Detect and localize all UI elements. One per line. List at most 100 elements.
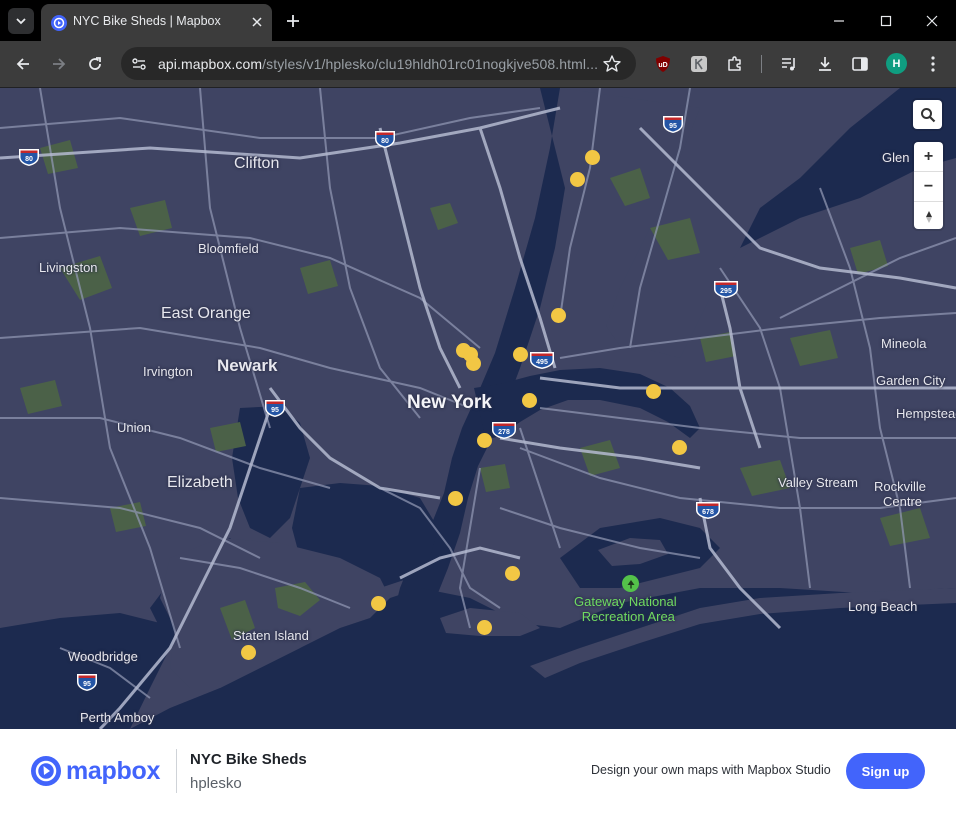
media-control-button[interactable] <box>778 53 800 75</box>
bike-shed-marker[interactable] <box>570 172 585 187</box>
close-icon <box>926 15 938 27</box>
back-button[interactable] <box>12 53 34 75</box>
bike-shed-marker[interactable] <box>522 393 537 408</box>
mapbox-wordmark[interactable]: mapbox <box>66 757 160 786</box>
download-icon <box>819 57 831 71</box>
map-canvas[interactable]: Clifton Bloomfield Livingston East Orang… <box>0 88 956 729</box>
minimize-button[interactable] <box>829 11 849 31</box>
new-tab-button[interactable] <box>283 11 303 31</box>
bike-shed-marker[interactable] <box>513 347 528 362</box>
highway-shield: 678 <box>696 502 720 519</box>
highway-shield: 80 <box>19 149 39 166</box>
place-label-staten-island: Staten Island <box>233 628 309 643</box>
tree-icon <box>627 579 634 588</box>
address-bar[interactable]: api.mapbox.com/styles/v1/hplesko/clu19hl… <box>121 47 636 80</box>
map-navigation-control: + − <box>914 142 943 229</box>
tab-search-button[interactable] <box>8 8 34 34</box>
place-label-valley-stream: Valley Stream <box>778 475 858 490</box>
shield-number: 95 <box>271 407 279 414</box>
shield-number: 495 <box>536 359 548 366</box>
extensions-menu-button[interactable] <box>724 53 746 75</box>
side-panel-icon <box>852 57 868 71</box>
bike-shed-marker[interactable] <box>646 384 661 399</box>
profile-avatar[interactable]: H <box>886 53 907 74</box>
gateway-label-line1: Gateway National <box>574 594 677 609</box>
bike-shed-marker[interactable] <box>505 566 520 581</box>
highway-shield: 295 <box>714 281 738 298</box>
shield-number: 95 <box>83 681 91 688</box>
place-label-hempstead: Hempstead <box>896 406 956 421</box>
place-label-mineola: Mineola <box>881 336 927 351</box>
place-label-gateway: Gateway National Recreation Area <box>574 594 677 624</box>
bookmark-star-icon[interactable] <box>602 54 622 74</box>
map-search-button[interactable] <box>913 100 942 129</box>
chevron-down-icon <box>16 18 26 25</box>
puzzle-icon <box>728 56 741 71</box>
bike-shed-marker[interactable] <box>371 596 386 611</box>
extension-app-icon <box>691 56 707 72</box>
sign-up-button[interactable]: Sign up <box>846 753 925 789</box>
url-text: api.mapbox.com/styles/v1/hplesko/clu19hl… <box>158 56 598 72</box>
highway-shield: 495 <box>530 352 554 369</box>
map-search-control[interactable] <box>913 100 942 129</box>
reload-icon <box>89 57 101 70</box>
bike-shed-marker[interactable] <box>466 356 481 371</box>
tab-strip: NYC Bike Sheds | Mapbox <box>0 0 956 41</box>
plus-icon <box>287 15 299 27</box>
place-label-clifton: Clifton <box>234 155 280 172</box>
tab-close-button[interactable] <box>249 14 265 30</box>
highway-shield: 95 <box>663 116 683 133</box>
reload-button[interactable] <box>84 53 106 75</box>
zoom-out-button[interactable]: − <box>914 172 943 201</box>
highway-shield: 95 <box>77 674 97 691</box>
rockville-label-line1: Rockville <box>874 479 927 494</box>
kebab-menu-icon <box>931 56 935 72</box>
maximize-icon <box>880 15 892 27</box>
svg-text:uD: uD <box>658 62 667 69</box>
mapbox-logo-icon[interactable] <box>30 755 62 787</box>
place-label-irvington: Irvington <box>143 364 193 379</box>
gateway-label-line2: Recreation Area <box>581 609 675 624</box>
map-owner: hplesko <box>190 775 242 792</box>
bike-shed-marker[interactable] <box>551 308 566 323</box>
rockville-label-line2: Centre <box>882 494 923 509</box>
highway-shield: 80 <box>375 131 395 148</box>
url-path: /styles/v1/hplesko/clu19hldh01rc01nogkjv… <box>262 56 599 72</box>
place-label-bloomfield: Bloomfield <box>198 241 259 256</box>
mapbox-favicon-icon <box>51 15 67 31</box>
compass-button[interactable] <box>914 202 943 231</box>
place-label-livingston: Livingston <box>39 260 98 275</box>
bike-shed-marker[interactable] <box>672 440 687 455</box>
place-label-woodbridge: Woodbridge <box>68 649 138 664</box>
ublock-extension-button[interactable]: uD <box>652 53 674 75</box>
minimize-icon <box>834 20 844 22</box>
place-label-perth-amboy: Perth Amboy <box>80 710 155 725</box>
site-info-icon[interactable] <box>130 55 148 73</box>
arrow-left-icon <box>16 58 29 70</box>
place-label-newark: Newark <box>217 356 278 375</box>
highway-shield: 278 <box>492 422 516 439</box>
bike-shed-marker[interactable] <box>448 491 463 506</box>
map-footer: mapbox NYC Bike Sheds hplesko Design you… <box>0 729 956 813</box>
bike-shed-marker[interactable] <box>241 645 256 660</box>
active-tab[interactable]: NYC Bike Sheds | Mapbox <box>41 4 272 41</box>
extension-button[interactable] <box>688 53 710 75</box>
bike-shed-marker[interactable] <box>477 620 492 635</box>
place-label-glen: Glen <box>882 150 910 165</box>
shield-number: 678 <box>702 509 714 516</box>
browser-toolbar: api.mapbox.com/styles/v1/hplesko/clu19hl… <box>0 41 956 88</box>
downloads-button[interactable] <box>814 53 836 75</box>
maximize-button[interactable] <box>876 11 896 31</box>
bike-shed-marker[interactable] <box>477 433 492 448</box>
browser-menu-button[interactable] <box>922 53 944 75</box>
forward-button[interactable] <box>48 53 70 75</box>
close-icon <box>252 17 262 27</box>
place-label-elizabeth: Elizabeth <box>167 474 233 491</box>
park-poi-marker[interactable] <box>622 575 639 592</box>
shield-number: 80 <box>25 156 33 163</box>
place-label-union: Union <box>117 420 151 435</box>
zoom-in-button[interactable]: + <box>914 142 943 171</box>
bike-shed-marker[interactable] <box>585 150 600 165</box>
side-panel-button[interactable] <box>849 53 871 75</box>
close-window-button[interactable] <box>922 11 942 31</box>
